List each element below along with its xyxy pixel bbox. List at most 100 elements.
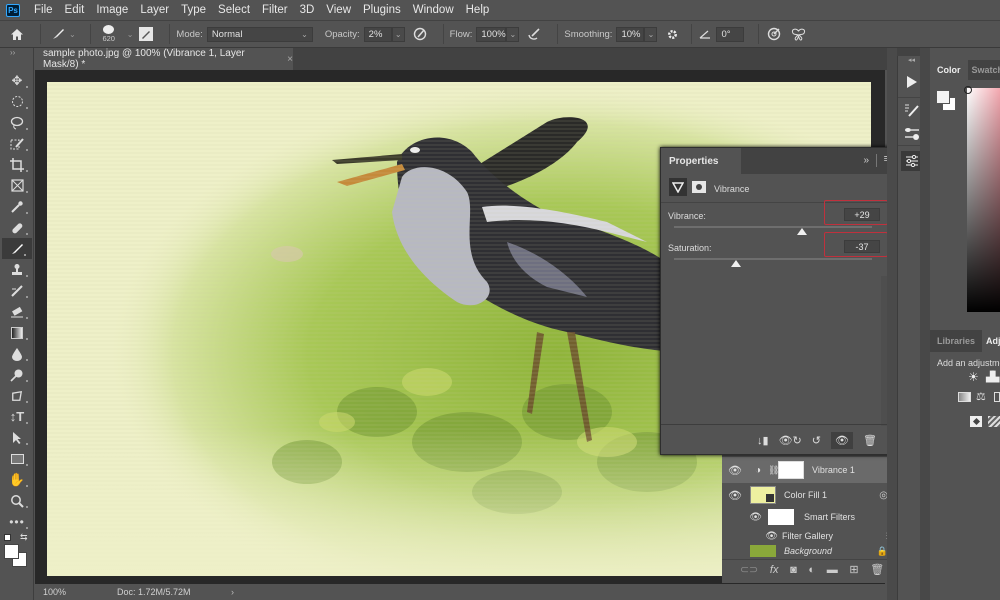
foreground-color-swatch[interactable] — [4, 544, 19, 559]
saturation-slider-track[interactable] — [674, 258, 872, 260]
close-tab-icon[interactable]: × — [287, 54, 293, 65]
menu-file[interactable]: File — [28, 4, 59, 16]
menu-image[interactable]: Image — [90, 4, 134, 16]
symmetry-butterfly-icon[interactable] — [789, 28, 807, 41]
layer-mask-icon[interactable] — [692, 181, 706, 193]
chevron-down-icon[interactable]: ⌄ — [127, 30, 134, 39]
properties-tab[interactable]: Properties — [661, 148, 741, 174]
tab-color[interactable]: Color — [930, 60, 968, 80]
menu-help[interactable]: Help — [460, 4, 496, 16]
reset-icon[interactable]: ↺ — [812, 434, 821, 447]
home-icon[interactable] — [0, 28, 34, 41]
rectangle-tool-icon[interactable] — [0, 448, 34, 469]
collapse-toolbar-icon[interactable]: ›› — [0, 48, 33, 58]
menu-view[interactable]: View — [320, 4, 357, 16]
zoom-level[interactable]: 100% — [43, 587, 103, 597]
levels-icon[interactable]: ▟▙ — [986, 372, 999, 383]
chevron-down-icon[interactable]: ⌄ — [69, 30, 76, 39]
brush-size-picker[interactable]: 620 — [97, 25, 121, 43]
view-previous-state-icon[interactable]: 👁↻ — [779, 434, 802, 447]
menu-edit[interactable]: Edit — [59, 4, 91, 16]
mode-select[interactable]: Normal ⌄ — [206, 26, 313, 42]
menu-filter[interactable]: Filter — [256, 4, 294, 16]
frame-tool-icon[interactable] — [0, 175, 34, 196]
delete-layer-icon[interactable]: 🗑 — [870, 563, 884, 576]
gradient-tool-icon[interactable] — [0, 322, 34, 343]
eraser-tool-icon[interactable] — [0, 301, 34, 322]
more-tools-icon[interactable]: ••• — [0, 511, 34, 532]
default-colors-icon[interactable] — [4, 534, 11, 541]
black-white-icon[interactable] — [994, 392, 1000, 402]
menu-window[interactable]: Window — [407, 4, 460, 16]
tab-swatches[interactable]: Swatch — [968, 60, 1000, 80]
gradient-map-icon[interactable] — [988, 416, 1000, 427]
color-picker-cursor[interactable] — [964, 86, 972, 94]
visibility-eye-icon[interactable]: 👁 — [722, 531, 782, 542]
zoom-tool-icon[interactable] — [0, 490, 34, 511]
saturation-slider-thumb[interactable] — [731, 260, 742, 267]
mask-link-icon[interactable]: ⛓ — [768, 465, 779, 476]
fx-icon[interactable]: fx — [770, 564, 779, 576]
tab-adjustments[interactable]: Adj — [982, 330, 1000, 352]
flow-input[interactable]: 100% — [476, 26, 507, 42]
history-brush-tool-icon[interactable] — [0, 280, 34, 301]
new-adjustment-layer-icon[interactable]: ◐ — [808, 564, 815, 576]
lasso-tool-icon[interactable] — [0, 112, 34, 133]
brightness-contrast-icon[interactable]: ☀ — [968, 370, 979, 384]
pressure-size-icon[interactable] — [765, 27, 783, 41]
toggle-visibility-icon[interactable]: 👁 — [831, 431, 853, 449]
marquee-tool-icon[interactable] — [0, 91, 34, 112]
healing-brush-tool-icon[interactable] — [0, 217, 34, 238]
opacity-input[interactable]: 2% — [363, 26, 392, 42]
menu-type[interactable]: Type — [175, 4, 212, 16]
hue-saturation-icon[interactable] — [958, 392, 971, 402]
layer-row-color-fill[interactable]: 👁 Color Fill 1 ◎ — [722, 483, 902, 507]
angle-input[interactable]: 0° — [716, 26, 745, 42]
eyedropper-tool-icon[interactable] — [0, 196, 34, 217]
vibrance-slider-thumb[interactable] — [796, 228, 807, 235]
menu-select[interactable]: Select — [212, 4, 256, 16]
add-mask-icon[interactable]: ◙ — [790, 564, 797, 576]
new-layer-icon[interactable]: ⊞ — [849, 563, 858, 576]
foreground-color-chip[interactable] — [936, 90, 950, 104]
smoothing-input[interactable]: 10% — [616, 26, 645, 42]
crop-tool-icon[interactable] — [0, 154, 34, 175]
visibility-eye-icon[interactable]: 👁 — [722, 464, 748, 477]
path-selection-tool-icon[interactable] — [0, 427, 34, 448]
delete-adjustment-icon[interactable]: 🗑 — [863, 434, 877, 447]
menu-plugins[interactable]: Plugins — [357, 4, 407, 16]
color-balance-icon[interactable]: ⚖ — [976, 390, 986, 403]
brush-preset-icon[interactable] — [47, 27, 69, 41]
vibrance-adjustment-icon[interactable] — [669, 178, 687, 196]
layer-row-vibrance[interactable]: 👁 ◑ ⛓ Vibrance 1 — [722, 457, 902, 483]
clip-to-layer-icon[interactable]: ↓▮ — [757, 434, 769, 447]
hand-tool-icon[interactable]: ✋ — [0, 469, 34, 490]
airbrush-icon[interactable] — [525, 27, 543, 41]
menu-3d[interactable]: 3D — [294, 4, 321, 16]
menu-layer[interactable]: Layer — [134, 4, 175, 16]
color-picker-field[interactable] — [967, 88, 1000, 312]
collapse-panel-icon[interactable]: » — [863, 155, 869, 166]
type-tool-icon[interactable]: ↕T — [0, 406, 34, 427]
link-layers-icon[interactable]: ⊂⊃ — [740, 563, 758, 576]
dodge-tool-icon[interactable] — [0, 364, 34, 385]
pressure-opacity-icon[interactable] — [411, 27, 429, 41]
layer-row-smart-filters[interactable]: 👁 Smart Filters — [722, 507, 902, 527]
brush-tool-icon[interactable] — [2, 238, 32, 259]
smoothing-dropdown-button[interactable]: ⌄ — [644, 26, 658, 42]
status-menu-arrow-icon[interactable]: › — [231, 587, 234, 597]
brush-settings-icon[interactable] — [139, 27, 154, 41]
layer-row-background[interactable]: Background 🔒 — [722, 545, 902, 557]
clone-stamp-tool-icon[interactable] — [0, 259, 34, 280]
document-tab[interactable]: sample photo.jpg @ 100% (Vibrance 1, Lay… — [35, 48, 293, 70]
gear-icon[interactable] — [663, 28, 681, 41]
move-tool-icon[interactable]: ✥ — [0, 70, 34, 91]
opacity-dropdown-button[interactable]: ⌄ — [391, 26, 405, 42]
new-group-icon[interactable]: ▬ — [827, 564, 838, 576]
visibility-eye-icon[interactable]: 👁 — [722, 489, 748, 502]
swap-colors-icon[interactable]: ⇆ — [20, 532, 28, 543]
layer-mask-thumbnail[interactable] — [778, 461, 804, 479]
tab-libraries[interactable]: Libraries — [930, 330, 982, 352]
invert-icon[interactable] — [970, 416, 982, 427]
pen-tool-icon[interactable] — [0, 385, 34, 406]
